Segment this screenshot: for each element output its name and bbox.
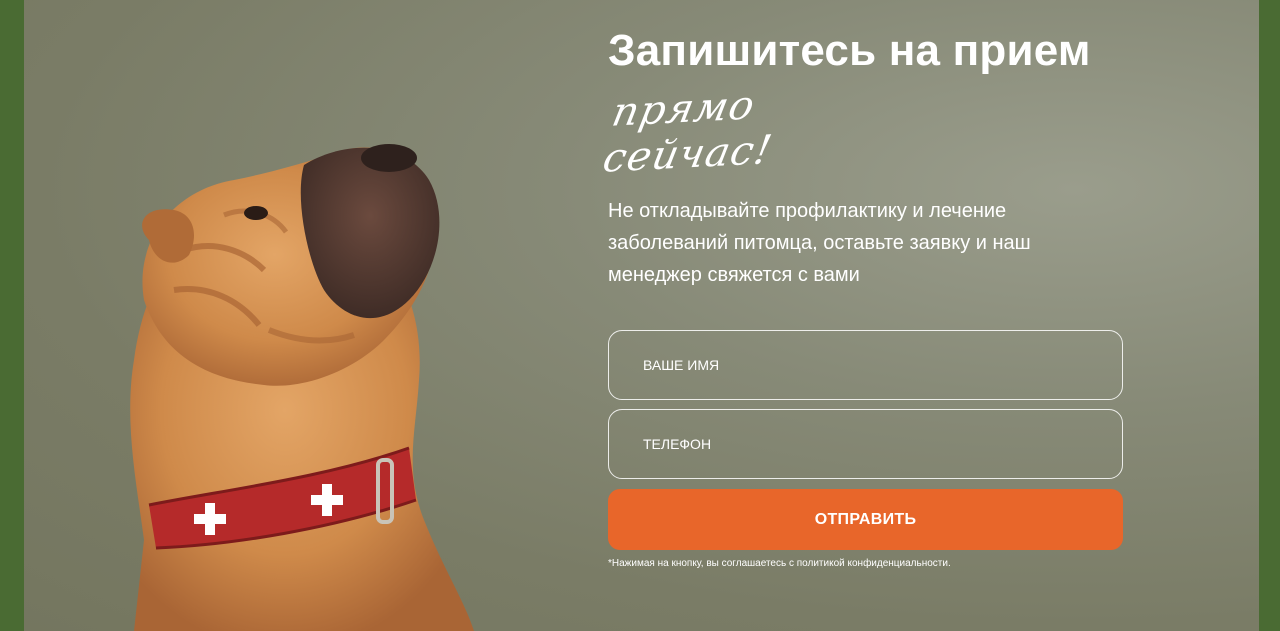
script-subtitle-text: прямо сейчас! [599,82,777,182]
privacy-note: *Нажимая на кнопку, вы соглашаетесь с по… [608,558,951,569]
description-text: Не откладывайте профилактику и лечение з… [608,200,1031,286]
appointment-section: Запишитесь на прием прямо сейчас! Не отк… [24,0,1259,631]
dog-photo [24,0,584,631]
submit-button[interactable]: ОТПРАВИТЬ [608,489,1123,550]
page-title: Запишитесь на прием [608,26,1091,75]
phone-field[interactable] [608,409,1123,479]
phone-input[interactable] [609,410,1122,478]
name-input[interactable] [609,331,1122,399]
name-field[interactable] [608,330,1123,400]
script-subtitle: прямо сейчас! [599,74,908,182]
form-area: Запишитесь на прием прямо сейчас! Не отк… [599,0,1208,631]
